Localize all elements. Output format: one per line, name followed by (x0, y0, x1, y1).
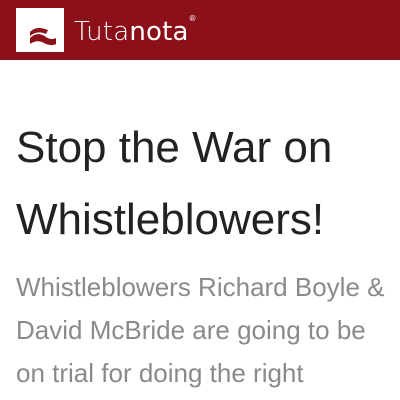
brand-wordmark: Tutanota ® (74, 15, 196, 47)
brand-name-part1: Tuta (74, 17, 130, 47)
article-title: Stop the War on Whistleblowers! (16, 123, 333, 244)
home-logo-link[interactable]: Tutanota ® (16, 8, 196, 52)
trademark-symbol: ® (188, 14, 197, 23)
site-header: Tutanota ® (0, 0, 400, 60)
tutanota-logo-icon (16, 8, 64, 52)
brand-name-part2: nota (129, 17, 189, 47)
article-intro: Whistleblowers Richard Boyle & David McB… (16, 272, 385, 388)
article-content: Stop the War on Whistleblowers! Whistleb… (16, 112, 386, 395)
